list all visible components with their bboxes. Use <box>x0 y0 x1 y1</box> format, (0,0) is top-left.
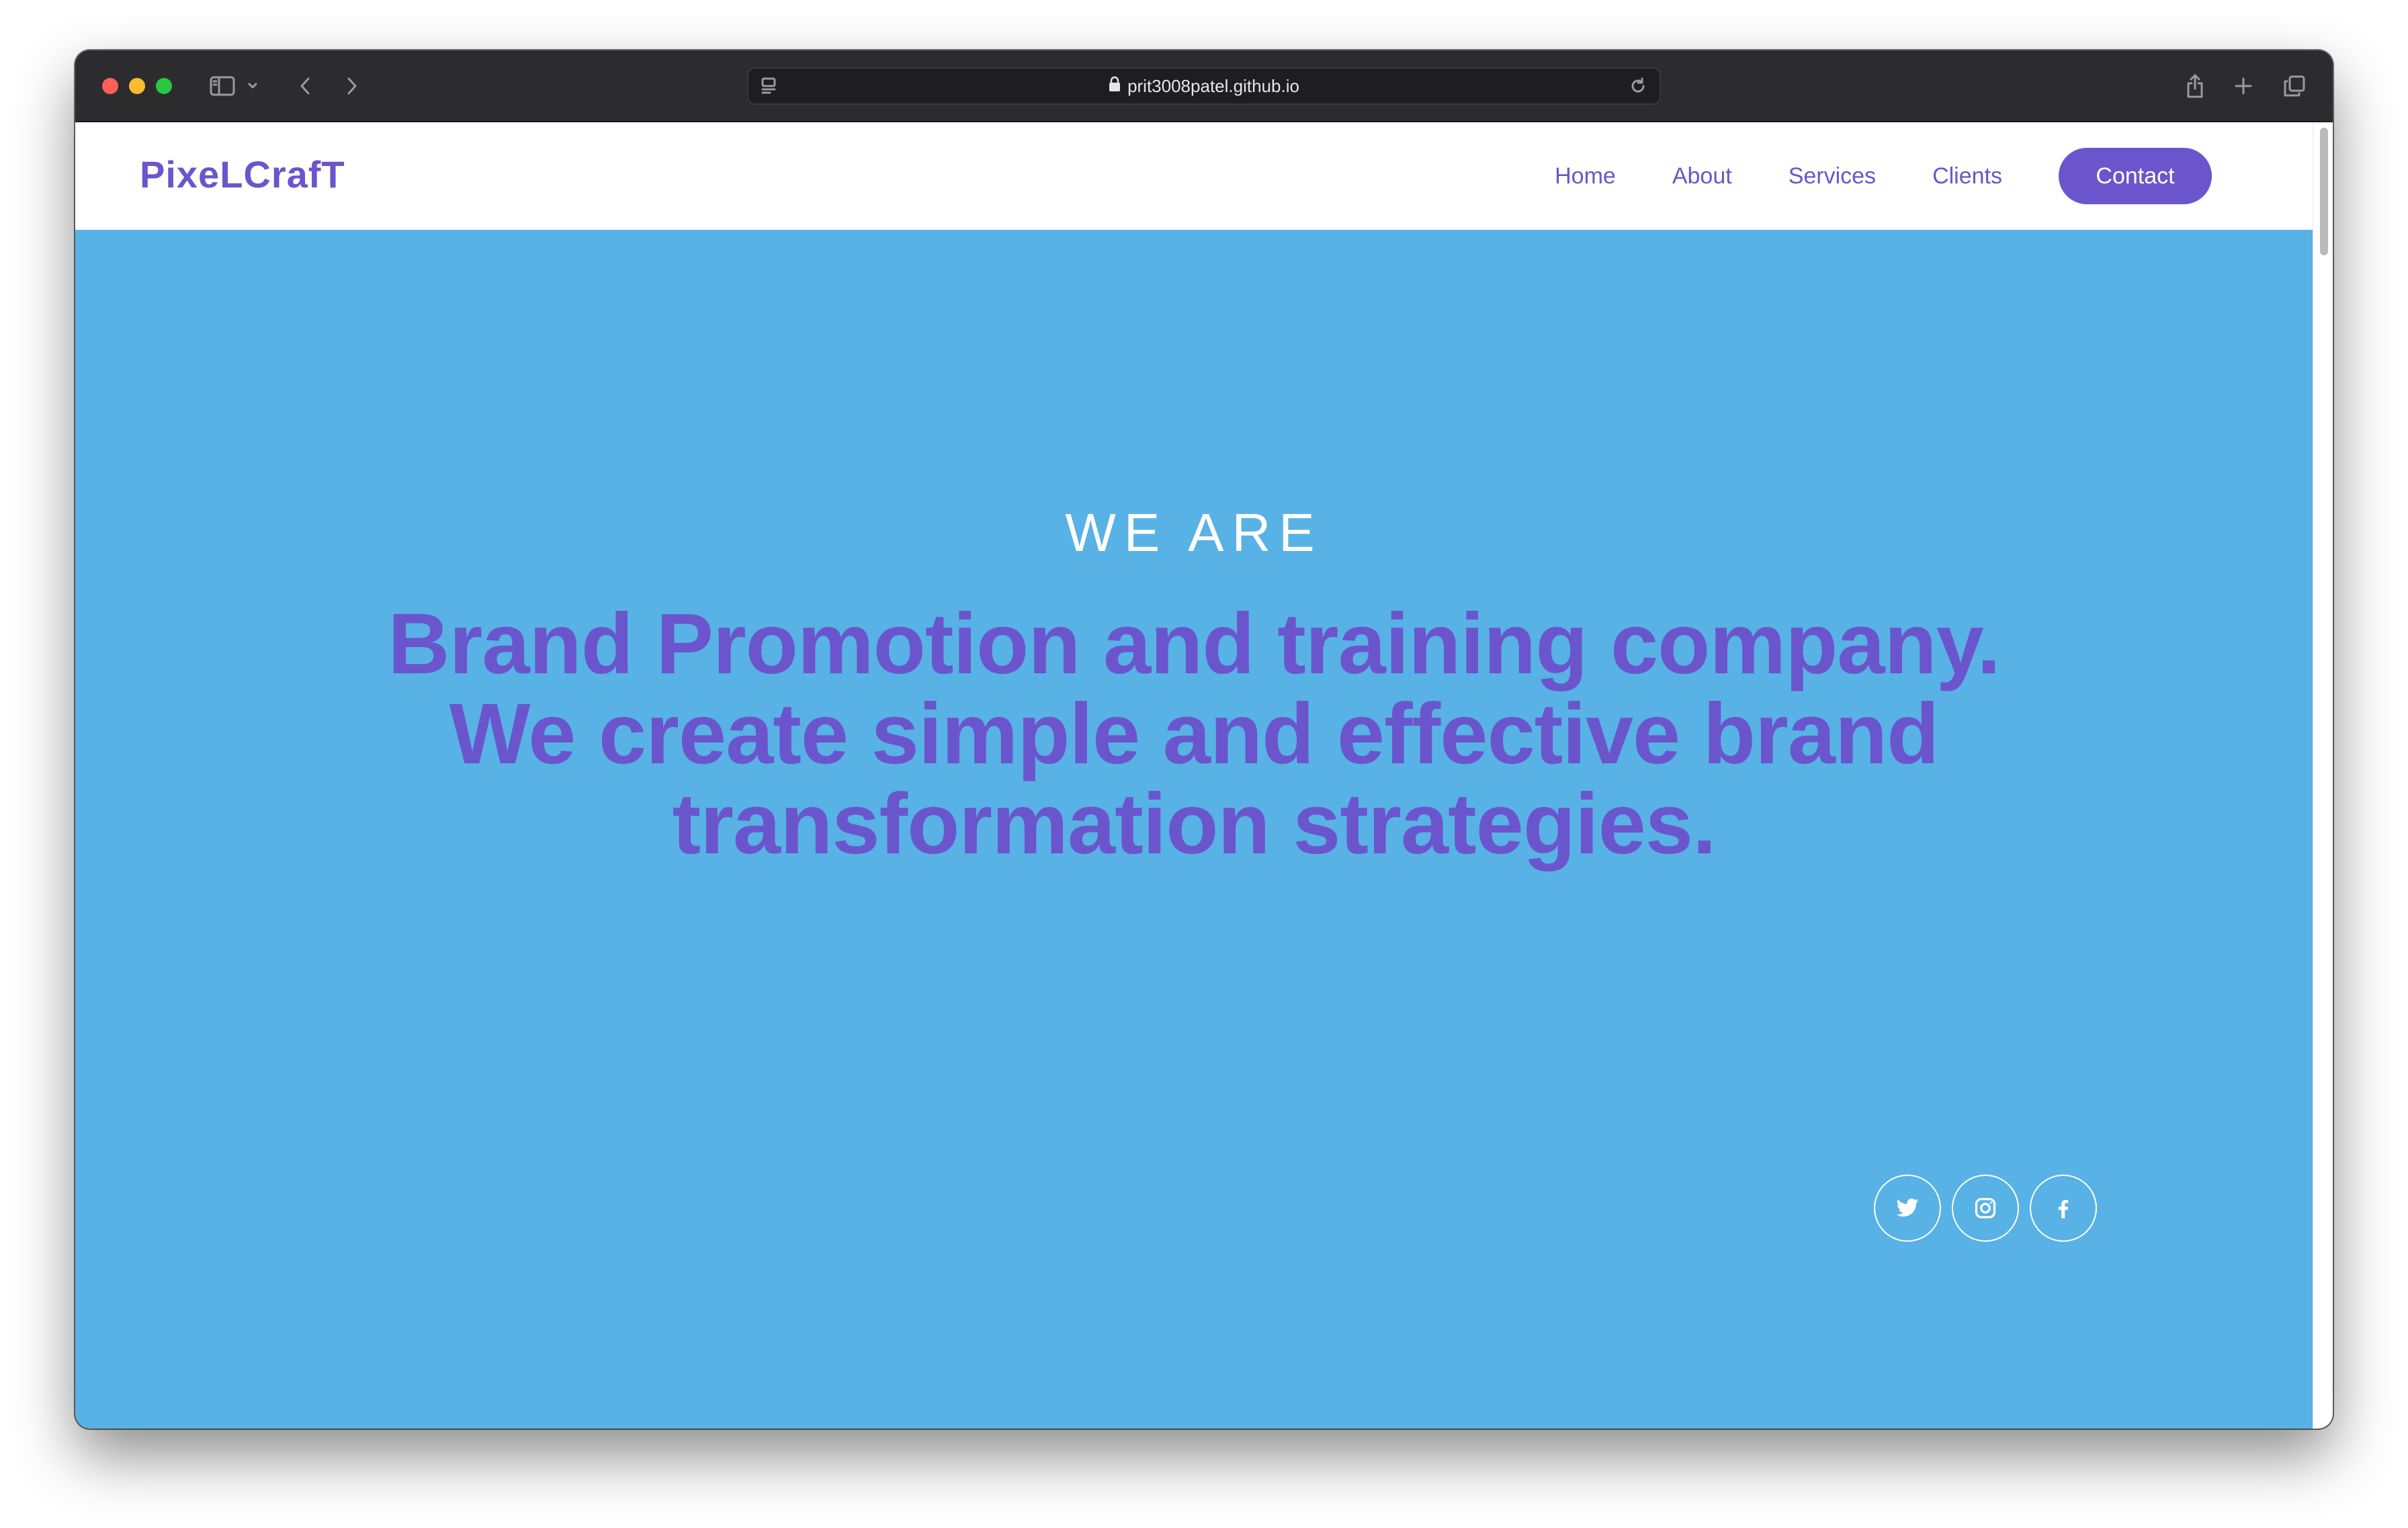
twitter-icon[interactable] <box>1874 1175 1941 1242</box>
nav-clients-link[interactable]: Clients <box>1932 163 2002 189</box>
new-tab-icon[interactable] <box>2228 71 2259 101</box>
back-icon[interactable] <box>290 71 320 101</box>
forward-icon[interactable] <box>337 71 367 101</box>
hero-headline: Brand Promotion and training company. We… <box>75 599 2313 869</box>
page-scrollbar[interactable] <box>2313 122 2333 1429</box>
hero-headline-line-3: transformation strategies. <box>672 776 1716 872</box>
tabs-overview-icon[interactable] <box>2279 71 2310 101</box>
browser-window: prit3008patel.github.io PixeLCrafT Home … <box>75 50 2333 1429</box>
social-links <box>1874 1175 2097 1242</box>
address-bar[interactable]: prit3008patel.github.io <box>747 67 1661 105</box>
zoom-window-button[interactable] <box>156 78 172 94</box>
lock-icon <box>1109 76 1121 97</box>
hero-headline-line-1: Brand Promotion and training company. <box>388 596 2001 692</box>
nav-home-link[interactable]: Home <box>1555 163 1616 189</box>
url-text[interactable]: prit3008patel.github.io <box>1127 76 1299 97</box>
site-navbar: PixeLCrafT Home About Services Clients C… <box>75 122 2313 230</box>
webpage: PixeLCrafT Home About Services Clients C… <box>75 122 2313 1429</box>
chevron-down-icon[interactable] <box>245 71 261 101</box>
site-logo[interactable]: PixeLCrafT <box>140 153 345 196</box>
scrollbar-thumb[interactable] <box>2320 128 2328 255</box>
contact-button[interactable]: Contact <box>2059 148 2212 204</box>
instagram-icon[interactable] <box>1952 1175 2019 1242</box>
reload-icon[interactable] <box>1625 73 1651 99</box>
share-icon[interactable] <box>2180 71 2210 101</box>
nav-about-link[interactable]: About <box>1672 163 1732 189</box>
facebook-icon[interactable] <box>2030 1175 2097 1242</box>
browser-toolbar: prit3008patel.github.io <box>75 50 2333 122</box>
hero-eyebrow: WE ARE <box>1065 503 1323 562</box>
nav-services-link[interactable]: Services <box>1789 163 1876 189</box>
minimize-window-button[interactable] <box>129 78 145 94</box>
hero-headline-line-2: We create simple and effective brand <box>449 686 1940 782</box>
nav-links: Home About Services Clients Contact <box>1555 148 2212 204</box>
sidebar-icon[interactable] <box>206 71 239 101</box>
close-window-button[interactable] <box>102 78 118 94</box>
